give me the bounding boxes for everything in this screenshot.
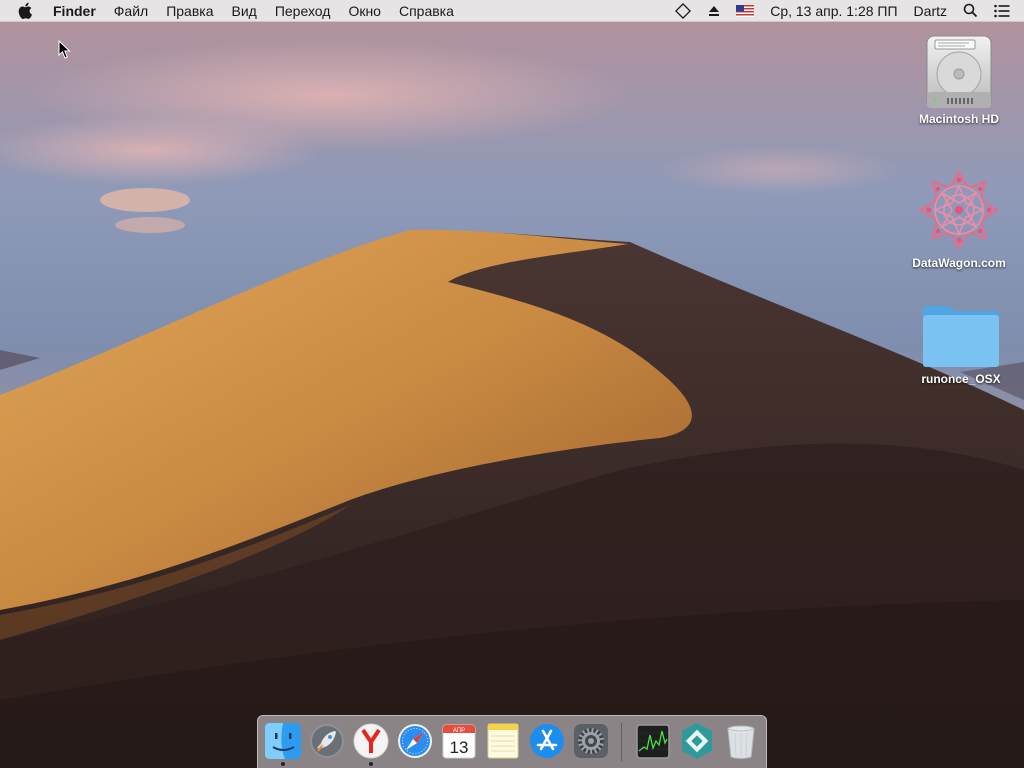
mouse-cursor-icon [58,40,71,59]
clock[interactable]: Ср, 13 апр. 1:28 ПП [770,0,897,22]
hard-drive-icon [926,35,992,108]
menu-go[interactable]: Переход [266,0,340,22]
finder-icon [265,723,301,759]
eject-icon[interactable] [708,0,720,22]
menu-bar: Finder Файл Правка Вид Переход Окно Спра… [0,0,1024,22]
desktop-icon-macintosh-hd[interactable]: Macintosh HD [904,32,1014,126]
menu-file[interactable]: Файл [105,0,157,22]
dock-yandex-browser[interactable] [352,721,390,761]
rocket-icon [310,724,344,758]
compass-icon [398,724,432,758]
dock-calendar[interactable]: АПР 13 [440,721,478,761]
menu-app-finder[interactable]: Finder [44,0,105,22]
yandex-browser-icon [353,723,389,759]
dock-safari[interactable] [396,721,434,761]
user-name[interactable]: Dartz [914,0,947,22]
dock-notes[interactable] [484,721,522,761]
running-indicator [369,762,373,766]
dock-finder[interactable] [264,721,302,761]
trash-icon [727,725,755,759]
activity-monitor-icon [636,724,670,759]
notes-icon [487,723,519,759]
search-icon[interactable] [963,0,978,22]
calendar-month: АПР [453,728,465,734]
calendar-icon: АПР 13 [442,724,476,759]
running-indicator [281,762,285,766]
dock-trash[interactable] [722,721,760,761]
desktop[interactable]: Finder Файл Правка Вид Переход Окно Спра… [0,0,1024,768]
desktop-icon-label: runonce_OSX [921,372,1001,386]
folder-icon [923,306,999,367]
desktop-icon-runonce-osx[interactable]: runonce_OSX [906,302,1016,386]
diamond-icon[interactable] [674,0,692,22]
desktop-icon-datawagon[interactable]: DataWagon.com [904,168,1014,270]
menu-window[interactable]: Окно [339,0,390,22]
diamond-app-icon [682,723,712,759]
mandala-icon [918,169,1000,251]
dock: АПР 13 [257,715,767,768]
us-flag-icon[interactable] [736,0,755,22]
app-store-icon [530,724,564,758]
menu-view[interactable]: Вид [223,0,266,22]
dock-activity-monitor[interactable] [634,721,672,761]
desktop-icon-label: DataWagon.com [912,256,1006,270]
dock-system-preferences[interactable] [572,721,610,761]
apple-menu-icon[interactable] [18,2,34,20]
list-icon[interactable] [994,0,1010,22]
menu-help[interactable]: Справка [390,0,463,22]
dock-app-store[interactable] [528,721,566,761]
calendar-day: 13 [450,738,469,757]
dock-separator [621,723,622,761]
desktop-icon-label: Macintosh HD [918,112,999,126]
gear-icon [574,724,608,758]
dock-unknown-app[interactable] [678,721,716,761]
menu-edit[interactable]: Правка [157,0,222,22]
wallpaper [0,0,1024,768]
dock-launchpad[interactable] [308,721,346,761]
